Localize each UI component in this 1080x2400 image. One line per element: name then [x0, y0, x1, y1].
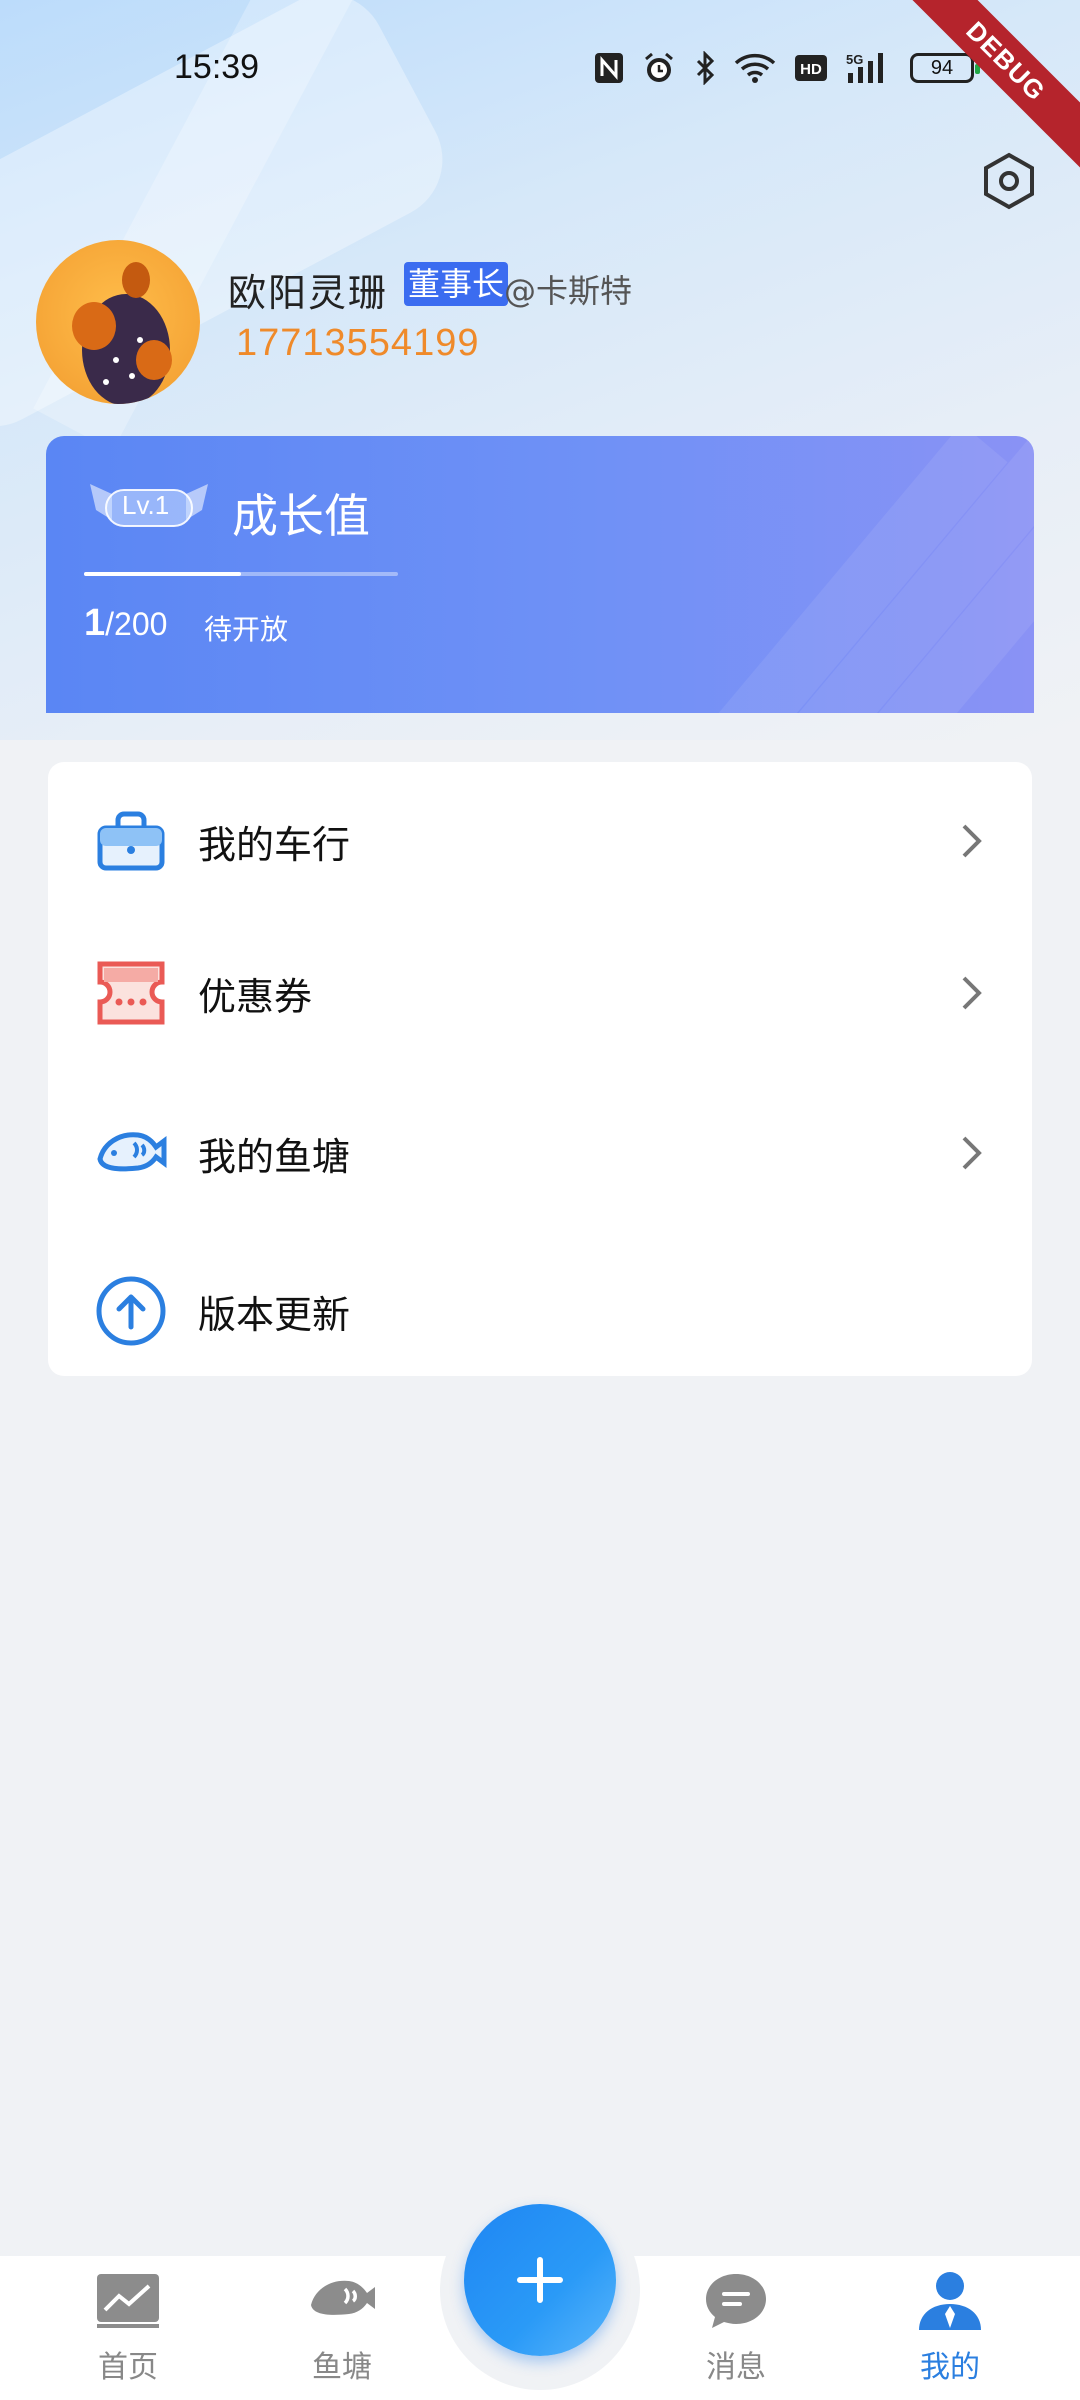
nav-home[interactable]: 首页	[58, 2270, 198, 2400]
status-bar: 15:39 HD 5G 94	[0, 0, 1080, 140]
nfc-icon	[594, 51, 624, 85]
growth-total: /200	[105, 606, 168, 642]
svg-text:5G: 5G	[846, 52, 863, 67]
nav-mine[interactable]: 我的	[880, 2270, 1020, 2400]
hd-icon: HD	[794, 51, 828, 85]
briefcase-icon	[94, 804, 168, 878]
chevron-right-icon	[952, 821, 992, 861]
menu-item-my-fishpond[interactable]: 我的鱼塘	[48, 1078, 1032, 1228]
fish-icon	[94, 1116, 168, 1190]
menu-label: 我的车行	[198, 822, 351, 867]
growth-value: 1/200	[84, 602, 167, 645]
growth-current: 1	[84, 602, 106, 644]
menu-label: 版本更新	[198, 1292, 351, 1337]
nav-label: 消息	[706, 2350, 766, 2385]
nav-label: 首页	[98, 2350, 158, 2385]
chevron-right-icon	[952, 973, 992, 1013]
menu-item-coupons[interactable]: 优惠券	[48, 918, 1032, 1068]
bluetooth-icon	[694, 51, 716, 85]
role-badge: 董事长	[404, 262, 509, 306]
fish-icon	[307, 2270, 377, 2332]
plus-icon	[517, 2257, 563, 2303]
growth-status: 待开放	[204, 613, 289, 646]
message-icon	[701, 2270, 771, 2332]
user-icon	[915, 2270, 985, 2332]
nav-messages[interactable]: 消息	[666, 2270, 806, 2400]
svg-text:HD: HD	[800, 61, 822, 78]
menu-label: 优惠券	[198, 974, 313, 1019]
growth-progress-fill	[84, 572, 241, 576]
user-name: 欧阳灵珊	[228, 271, 389, 315]
status-icons: HD 5G 94	[594, 48, 980, 88]
alarm-icon	[642, 51, 676, 85]
hexagon-settings-icon	[984, 152, 1034, 210]
menu-label: 我的鱼塘	[198, 1134, 351, 1179]
menu-item-version-update[interactable]: 版本更新	[48, 1236, 1032, 1386]
phone-number: 17713554199	[236, 322, 480, 364]
menu-item-my-dealership[interactable]: 我的车行	[48, 766, 1032, 916]
avatar[interactable]	[36, 240, 200, 404]
settings-button[interactable]	[976, 148, 1042, 214]
add-button[interactable]	[464, 2204, 616, 2356]
upload-arrow-icon	[94, 1274, 168, 1348]
status-time: 15:39	[174, 48, 260, 86]
growth-card[interactable]: Lv.1 成长值 1/200 待开放	[46, 436, 1034, 713]
signal-5g-icon: 5G	[846, 51, 892, 85]
menu-card: 我的车行 优惠券 我的鱼塘 版本更新	[48, 762, 1032, 1376]
growth-progress-bar	[84, 572, 398, 576]
coupon-icon	[94, 956, 168, 1030]
wifi-icon	[734, 51, 776, 85]
chart-icon	[93, 2270, 163, 2332]
level-text: Lv.1	[122, 490, 170, 520]
organization-name: @卡斯特	[504, 272, 633, 310]
growth-title: 成长值	[232, 489, 370, 543]
nav-label: 我的	[920, 2350, 980, 2385]
battery-indicator: 94	[910, 53, 980, 83]
nav-fishpond[interactable]: 鱼塘	[272, 2270, 412, 2400]
chevron-right-icon	[952, 1133, 992, 1173]
avatar-image	[72, 262, 172, 404]
nav-label: 鱼塘	[312, 2350, 372, 2385]
